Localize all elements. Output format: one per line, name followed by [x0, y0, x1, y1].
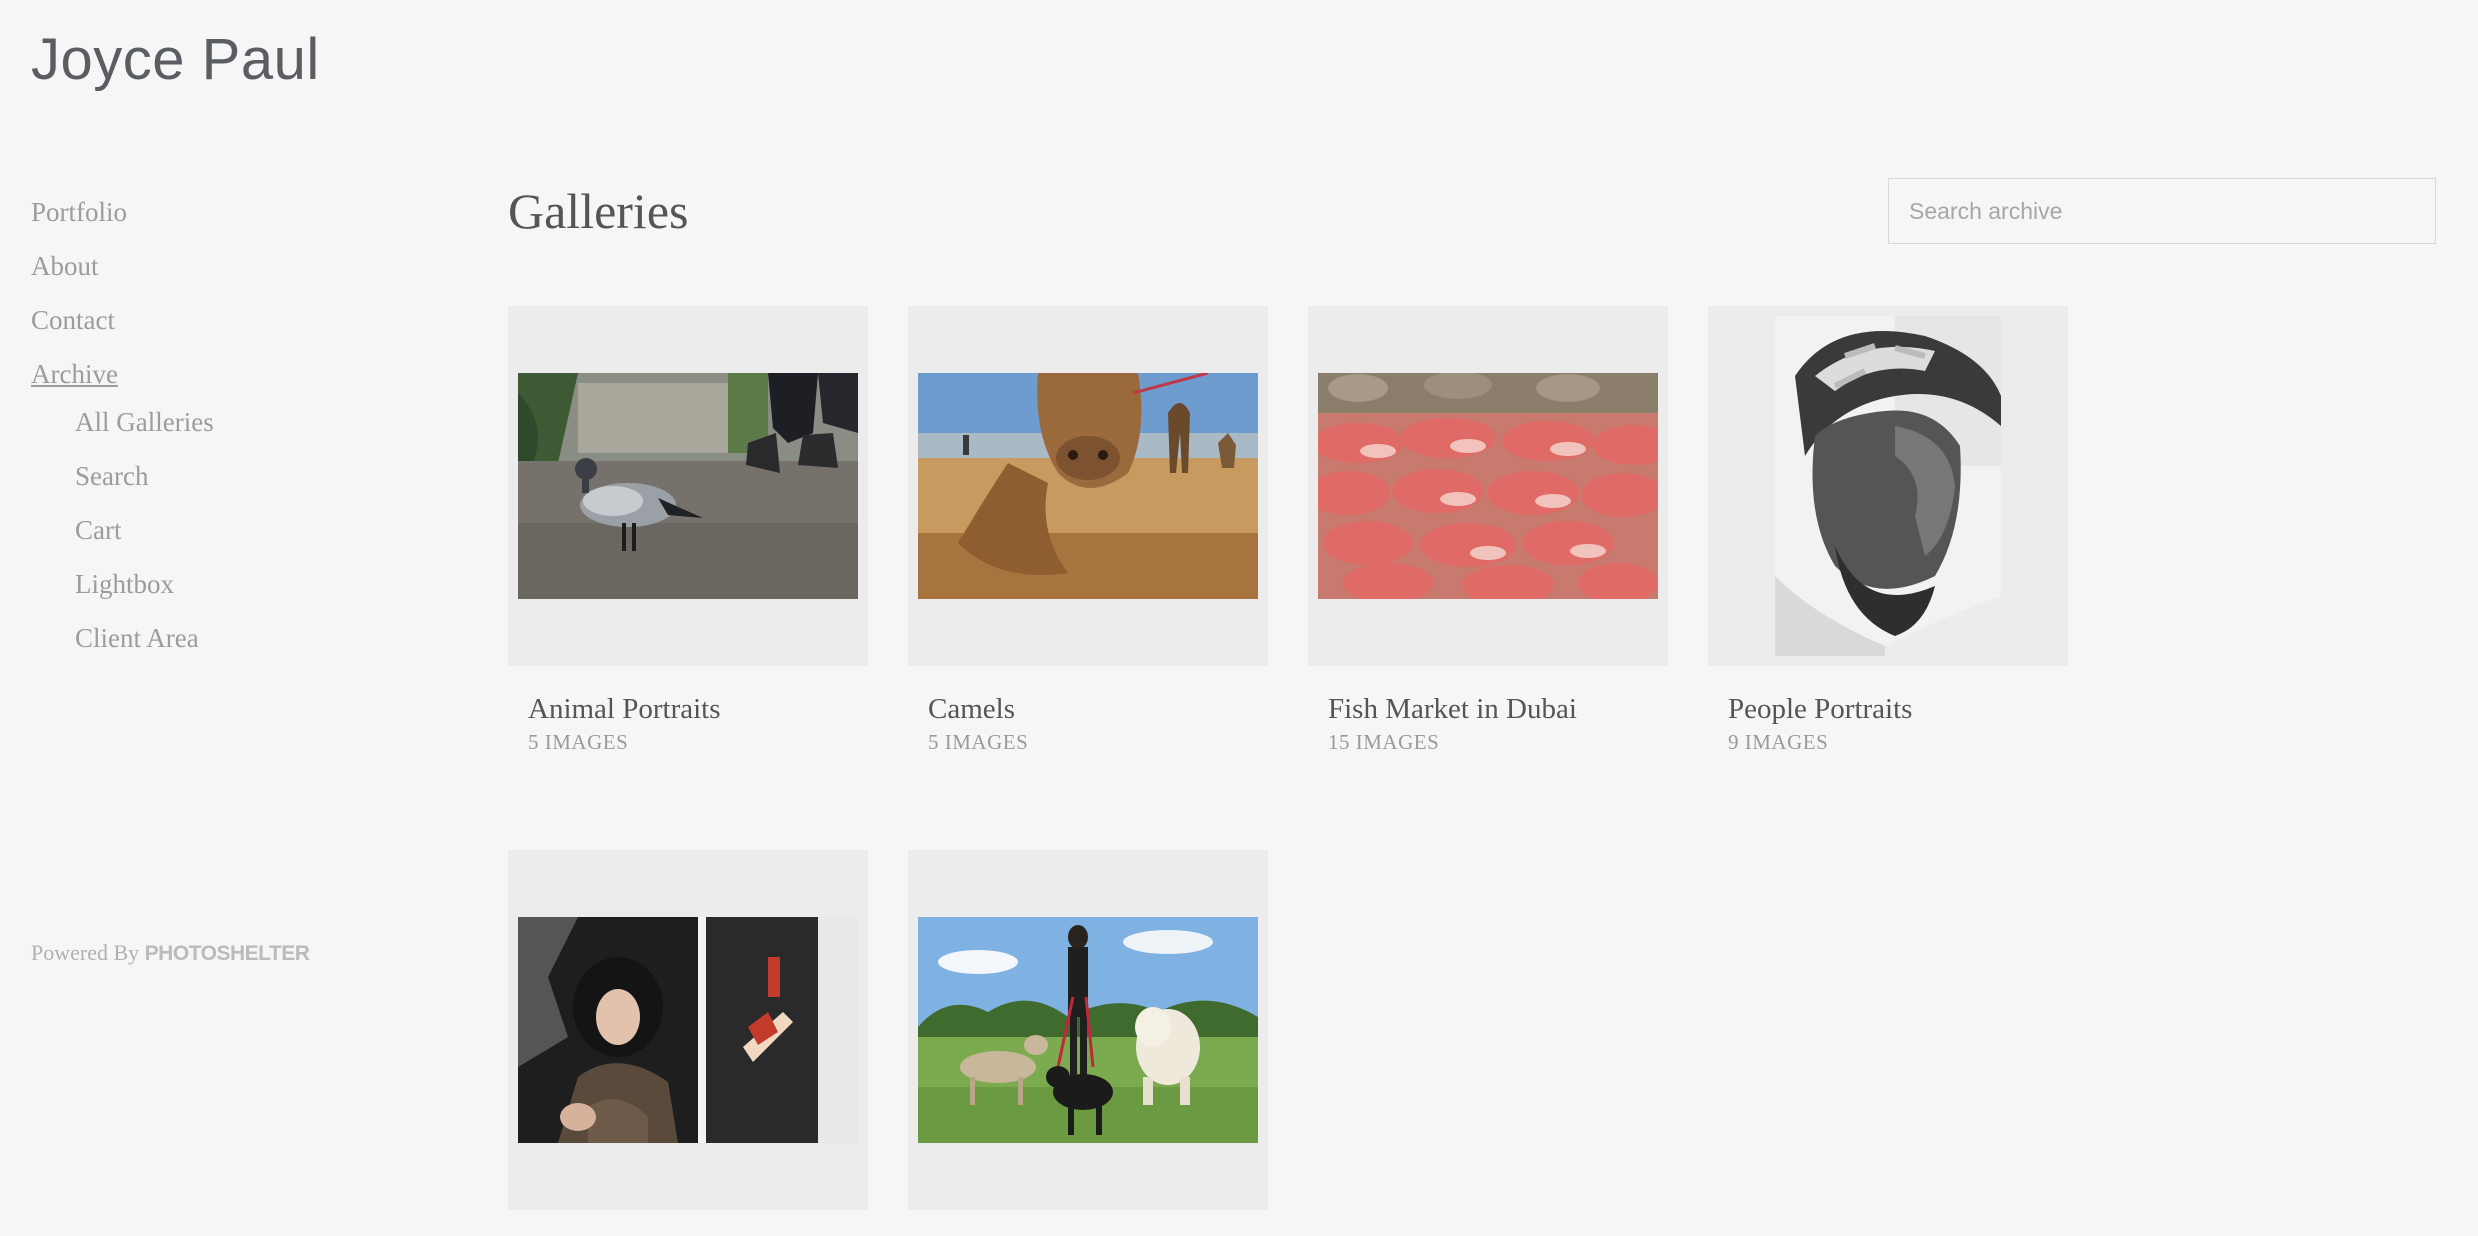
nav-item-about[interactable]: About — [31, 244, 214, 298]
gallery-5-thumbnail — [518, 917, 858, 1143]
subnav-item-client-area[interactable]: Client Area — [75, 616, 214, 670]
subnav-item-all-galleries[interactable]: All Galleries — [75, 400, 214, 454]
nav-item-portfolio[interactable]: Portfolio — [31, 190, 214, 244]
gallery-title[interactable]: Fish Market in Dubai — [1328, 692, 1668, 726]
gallery-title[interactable]: People Portraits — [1728, 692, 2068, 726]
search-input[interactable] — [1888, 178, 2436, 244]
gallery-card-5[interactable] — [508, 850, 868, 1236]
gallery-card-fish-market-in-dubai[interactable]: Fish Market in Dubai 15 IMAGES — [1308, 306, 1668, 755]
powered-by[interactable]: Powered By PHOTOSHELTER — [31, 940, 310, 966]
gallery-image-count: 15 IMAGES — [1328, 730, 1440, 754]
gallery-thumbnail-frame[interactable] — [1308, 306, 1668, 666]
subnav-item-lightbox[interactable]: Lightbox — [75, 562, 214, 616]
gallery-card-people-portraits[interactable]: People Portraits 9 IMAGES — [1708, 306, 2068, 755]
fish-market-thumbnail — [1318, 373, 1658, 599]
photoshelter-logo[interactable]: PHOTOSHELTER — [145, 942, 310, 965]
gallery-title[interactable]: Camels — [928, 692, 1268, 726]
gallery-card-animal-portraits[interactable]: Animal Portraits 5 IMAGES — [508, 306, 868, 755]
gallery-thumbnail-frame[interactable] — [508, 850, 868, 1210]
gallery-thumbnail-frame[interactable] — [908, 850, 1268, 1210]
gallery-6-thumbnail — [918, 917, 1258, 1143]
gallery-title[interactable]: Animal Portraits — [528, 692, 868, 726]
gallery-card-6[interactable] — [908, 850, 1268, 1236]
gallery-image-count: 5 IMAGES — [928, 730, 1029, 754]
people-portraits-thumbnail — [1775, 316, 2001, 656]
animal-portraits-thumbnail — [518, 373, 858, 599]
gallery-thumbnail-frame[interactable] — [908, 306, 1268, 666]
nav-item-contact[interactable]: Contact — [31, 298, 214, 352]
site-title[interactable]: Joyce Paul — [31, 26, 320, 93]
gallery-image-count: 9 IMAGES — [1728, 730, 1829, 754]
gallery-thumbnail-frame[interactable] — [508, 306, 868, 666]
gallery-card-camels[interactable]: Camels 5 IMAGES — [908, 306, 1268, 755]
gallery-image-count: 5 IMAGES — [528, 730, 629, 754]
archive-subnav: All Galleries Search Cart Lightbox Clien… — [75, 400, 214, 670]
subnav-item-cart[interactable]: Cart — [75, 508, 214, 562]
camels-thumbnail — [918, 373, 1258, 599]
subnav-item-search[interactable]: Search — [75, 454, 214, 508]
main-nav: Portfolio About Contact Archive All Gall… — [31, 190, 214, 670]
powered-by-label: Powered By — [31, 940, 140, 965]
page-title: Galleries — [508, 183, 689, 239]
nav-item-archive[interactable]: Archive — [31, 352, 214, 406]
gallery-thumbnail-frame[interactable] — [1708, 306, 2068, 666]
